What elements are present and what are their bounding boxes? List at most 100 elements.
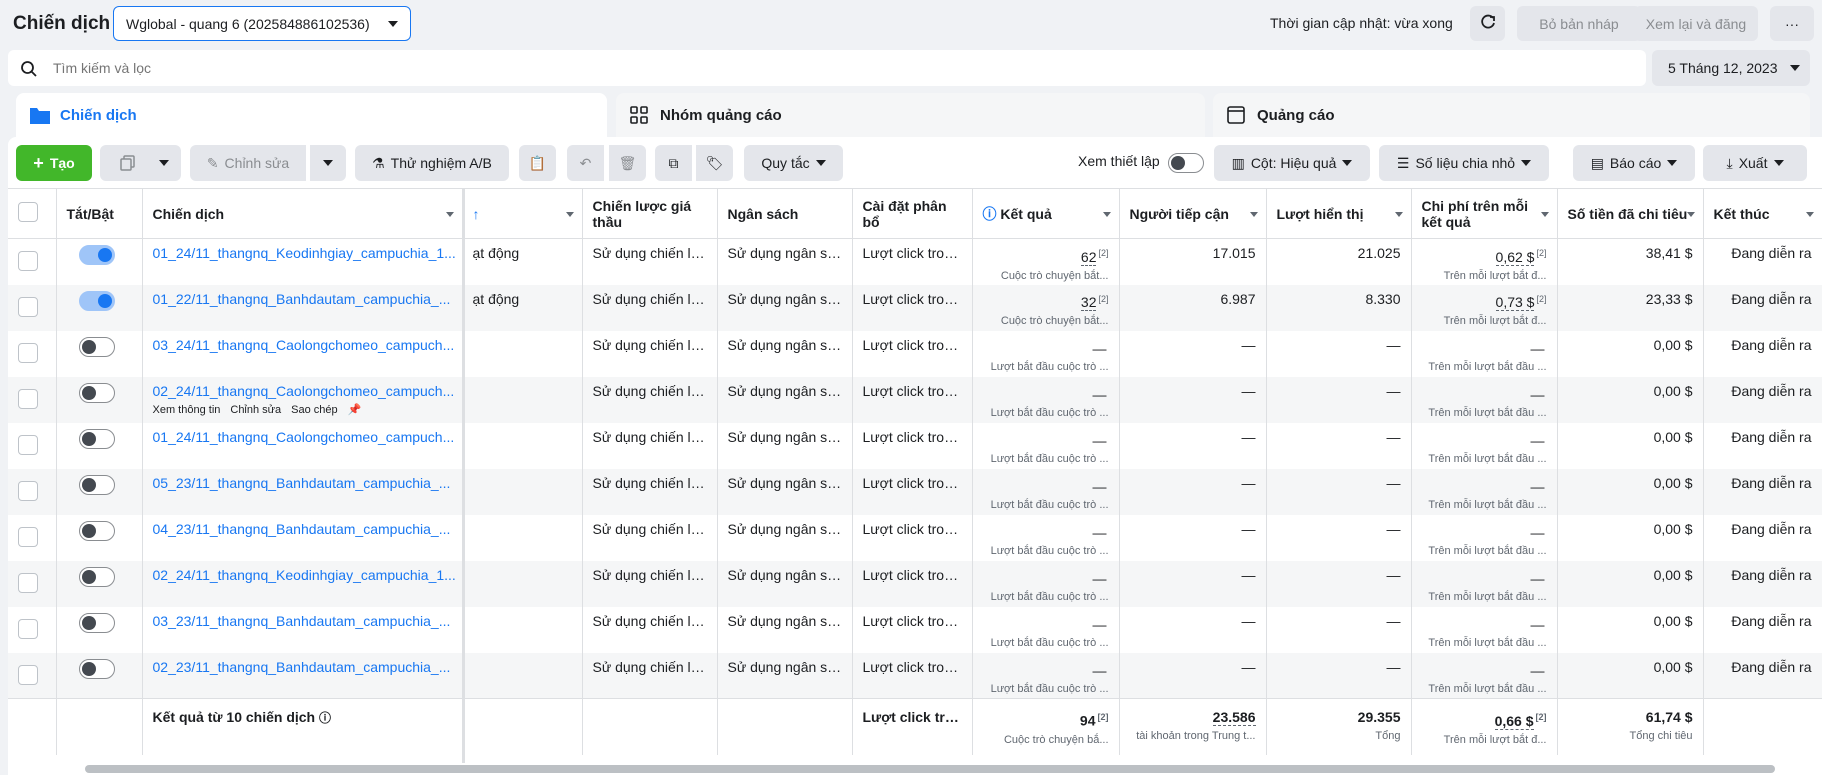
edit-button[interactable]: ✎ Chỉnh sửa — [190, 145, 306, 181]
select-all-checkbox[interactable] — [18, 202, 38, 222]
results-cell: 62 [2] Cuộc trò chuyện bắt... — [972, 238, 1120, 285]
discard-drafts-button[interactable]: Bỏ bản nháp — [1517, 6, 1641, 41]
row-checkbox[interactable] — [18, 526, 38, 547]
header-toggle[interactable]: Tắt/Bật — [56, 188, 143, 239]
breakdown-button[interactable]: ☰ Số liệu chia nhỏ — [1379, 145, 1549, 181]
header-impressions[interactable]: Lượt hiển thị — [1266, 188, 1412, 239]
campaign-toggle[interactable] — [78, 245, 115, 265]
header-results[interactable]: ⓘ Kết quả — [972, 188, 1120, 239]
row-checkbox[interactable] — [18, 388, 38, 409]
campaign-toggle[interactable] — [78, 382, 115, 403]
cost-per-result-cell: 0,73 $ [2] Trên mỗi lượt bắt đ... — [1411, 284, 1558, 331]
totals-cpr-value[interactable]: 0,66 $ — [1494, 712, 1534, 730]
campaign-name-link[interactable]: 03_23/11_thangnq_Banhdautam_campuchia_..… — [153, 613, 452, 629]
search-input[interactable] — [53, 58, 1553, 78]
header-reach[interactable]: Người tiếp cận — [1119, 188, 1267, 239]
row-checkbox[interactable] — [18, 342, 38, 363]
delivery-cell: ạt động — [462, 284, 583, 331]
campaign-name-link[interactable]: 03_24/11_thangnq_Caolongchomeo_campuch..… — [153, 337, 455, 353]
header-ends[interactable]: Kết thúc — [1703, 188, 1822, 239]
create-button[interactable]: + Tạo — [16, 145, 92, 181]
copy-link[interactable]: Sao chép — [291, 404, 337, 416]
refresh-button[interactable] — [1470, 6, 1505, 41]
tab-ads[interactable]: Quảng cáo — [1213, 93, 1810, 137]
header-bid-strategy[interactable]: Chiến lược giá thầu — [582, 188, 718, 239]
table-row[interactable]: 01_24/11_thangnq_Keodinhgiay_campuchia_1… — [8, 238, 1822, 285]
header-budget[interactable]: Ngân sách — [717, 188, 853, 239]
view-setup-toggle[interactable] — [1168, 153, 1204, 173]
header-delivery[interactable]: ↑ — [462, 188, 583, 239]
table-row[interactable]: 04_23/11_thangnq_Banhdautam_campuchia_..… — [8, 514, 1822, 561]
more-options-button[interactable]: ··· — [1770, 6, 1814, 41]
campaign-toggle[interactable] — [78, 566, 115, 587]
totals-cell — [462, 698, 583, 755]
campaign-name-link[interactable]: 04_23/11_thangnq_Banhdautam_campuchia_..… — [153, 521, 452, 537]
row-toggle-cell — [56, 652, 143, 699]
tag-button[interactable]: 🏷 — [696, 145, 733, 181]
undo-button[interactable]: ↶ — [567, 145, 604, 181]
clipboard-button[interactable]: 📋 — [519, 145, 556, 181]
campaign-toggle[interactable] — [78, 658, 115, 679]
campaign-name-link[interactable]: 02_23/11_thangnq_Banhdautam_campuchia_..… — [153, 659, 452, 675]
table-row[interactable]: 03_24/11_thangnq_Caolongchomeo_campuch..… — [8, 330, 1822, 377]
row-checkbox[interactable] — [18, 251, 38, 271]
info-icon[interactable]: ⓘ — [319, 711, 331, 725]
bid-strategy-cell: Sử dụng chiến lư... — [582, 422, 718, 469]
delivery-cell — [462, 606, 583, 653]
campaign-toggle[interactable] — [78, 290, 115, 311]
campaign-toggle[interactable] — [78, 336, 115, 357]
header-cost-per-result[interactable]: Chi phí trên mỗi kết quả — [1411, 188, 1558, 239]
budget-cell: Sử dụng ngân sá... — [717, 606, 853, 653]
row-checkbox[interactable] — [18, 572, 38, 593]
reports-button[interactable]: ▤ Báo cáo — [1573, 145, 1695, 181]
row-checkbox[interactable] — [18, 296, 38, 317]
header-amount-spent[interactable]: Số tiền đã chi tiêu — [1557, 188, 1704, 239]
row-checkbox[interactable] — [18, 618, 38, 639]
pin-icon[interactable]: 📌 — [348, 404, 362, 416]
table-row[interactable]: 01_22/11_thangnq_Banhdautam_campuchia_..… — [8, 284, 1822, 331]
row-checkbox[interactable] — [18, 480, 38, 501]
preview-button[interactable]: ⧉ — [655, 145, 692, 181]
row-checkbox[interactable] — [18, 664, 38, 685]
delete-button[interactable]: 🗑 — [609, 145, 646, 181]
date-range-button[interactable]: 5 Tháng 12, 2023 — [1652, 50, 1810, 86]
table-row[interactable]: 01_24/11_thangnq_Caolongchomeo_campuch..… — [8, 422, 1822, 469]
horizontal-scrollbar[interactable] — [85, 765, 1775, 773]
totals-spent: 61,74 $ Tổng chi tiêu — [1557, 698, 1704, 755]
tab-adsets[interactable]: Nhóm quảng cáo — [616, 93, 1205, 137]
campaign-name-link[interactable]: 01_24/11_thangnq_Keodinhgiay_campuchia_1… — [153, 245, 456, 261]
header-reach-label: Người tiếp cận — [1129, 205, 1229, 222]
account-select[interactable]: Wglobal - quang 6 (202584886102536) — [113, 6, 411, 41]
table-row[interactable]: 03_23/11_thangnq_Banhdautam_campuchia_..… — [8, 606, 1822, 653]
cost-per-result-cell: — Trên mỗi lượt bắt đầu ... — [1411, 330, 1558, 377]
campaign-name-link[interactable]: 01_24/11_thangnq_Caolongchomeo_campuch..… — [153, 429, 455, 445]
table-row[interactable]: 02_24/11_thangnq_Caolongchomeo_campuch..… — [8, 376, 1822, 423]
table-row[interactable]: 02_24/11_thangnq_Keodinhgiay_campuchia_1… — [8, 560, 1822, 607]
table-row[interactable]: 02_23/11_thangnq_Banhdautam_campuchia_..… — [8, 652, 1822, 699]
edit-dropdown-button[interactable] — [310, 145, 346, 181]
delivery-cell — [462, 514, 583, 561]
columns-button[interactable]: ▥ Cột: Hiệu quả — [1214, 145, 1370, 181]
campaign-toggle[interactable] — [78, 428, 115, 449]
view-details-link[interactable]: Xem thông tin — [153, 404, 221, 416]
campaign-name-link[interactable]: 02_24/11_thangnq_Caolongchomeo_campuch..… — [153, 383, 455, 399]
rules-button[interactable]: Quy tắc — [744, 145, 843, 181]
header-attribution[interactable]: Cài đặt phân bổ — [852, 188, 973, 239]
totals-reach-value[interactable]: 23.586 — [1212, 709, 1256, 726]
campaign-name-link[interactable]: 05_23/11_thangnq_Banhdautam_campuchia_..… — [153, 475, 452, 491]
tab-campaigns[interactable]: Chiến dịch — [16, 93, 607, 143]
campaign-name-link[interactable]: 01_22/11_thangnq_Banhdautam_campuchia_..… — [153, 291, 452, 307]
review-publish-button[interactable]: Xem lại và đăng — [1634, 6, 1758, 41]
campaign-name-link[interactable]: 02_24/11_thangnq_Keodinhgiay_campuchia_1… — [153, 567, 456, 583]
export-button[interactable]: ⤓ Xuất — [1703, 145, 1807, 181]
row-checkbox[interactable] — [18, 434, 38, 455]
edit-link[interactable]: Chỉnh sửa — [230, 404, 281, 416]
campaign-toggle[interactable] — [78, 474, 115, 495]
table-row[interactable]: 05_23/11_thangnq_Banhdautam_campuchia_..… — [8, 468, 1822, 515]
ab-test-button[interactable]: ⚗ Thử nghiệm A/B — [355, 145, 509, 181]
chevron-down-icon — [1394, 212, 1403, 217]
header-campaign[interactable]: Chiến dịch — [142, 188, 463, 239]
campaign-toggle[interactable] — [78, 520, 115, 541]
campaign-toggle[interactable] — [78, 612, 115, 633]
duplicate-dropdown-button[interactable] — [147, 145, 181, 181]
